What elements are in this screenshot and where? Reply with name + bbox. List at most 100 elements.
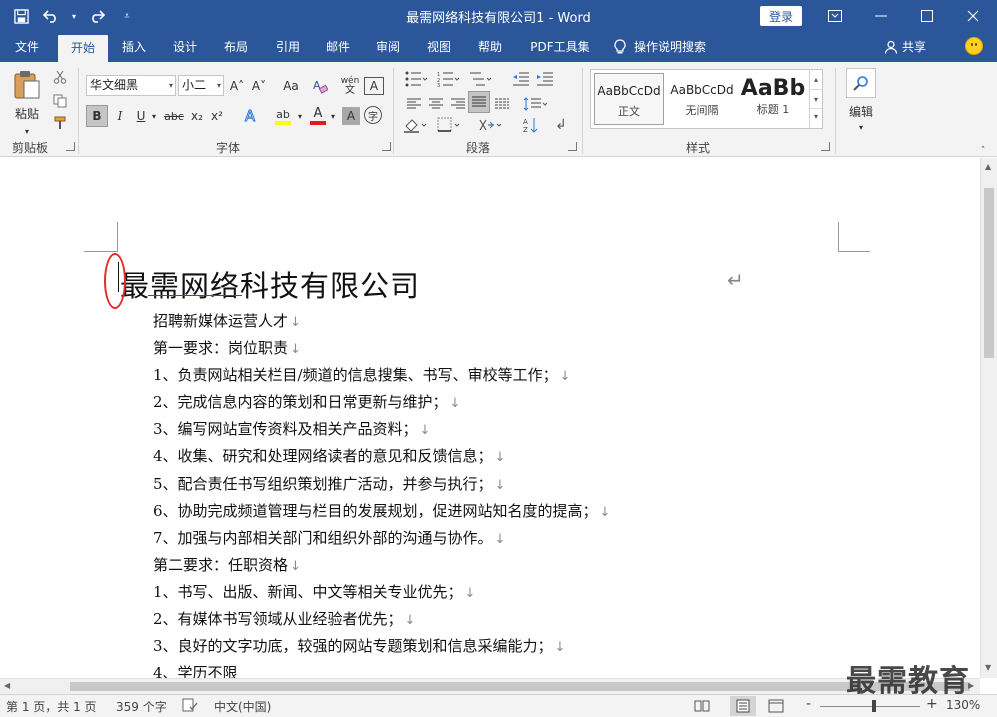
align-left-icon[interactable] — [404, 93, 424, 115]
style-normal[interactable]: AaBbCcDd 正文 — [594, 73, 664, 125]
doc-line[interactable]: 1、负责网站相关栏目/频道的信息搜集、书写、审校等工作； ↓ — [153, 364, 571, 385]
justify-icon[interactable] — [468, 91, 490, 113]
chinese-layout-icon[interactable] — [476, 114, 506, 136]
font-color-dropdown-icon[interactable]: ▾ — [328, 105, 338, 127]
horizontal-scroll-thumb[interactable] — [70, 682, 970, 691]
increase-indent-icon[interactable] — [534, 68, 556, 90]
underline-button[interactable]: U — [132, 105, 150, 127]
highlight-dropdown-icon[interactable]: ▾ — [295, 105, 305, 127]
font-launcher-icon[interactable] — [382, 142, 391, 151]
redo-icon[interactable] — [86, 5, 108, 27]
scroll-down-icon[interactable]: ▼ — [985, 663, 991, 672]
bold-button[interactable]: B — [86, 105, 108, 127]
chevron-up-icon[interactable]: ▴ — [810, 70, 822, 89]
doc-line[interactable]: 第二要求：任职资格 ↓ — [153, 554, 301, 575]
tab-pdf-tools[interactable]: PDF工具集 — [522, 32, 598, 62]
doc-line[interactable]: 5、配合责任书写组织策划推广活动，并参与执行； ↓ — [153, 473, 505, 494]
paragraph-launcher-icon[interactable] — [568, 142, 577, 151]
vertical-scrollbar[interactable]: ▲ ▼ — [980, 158, 997, 678]
distributed-icon[interactable] — [492, 93, 512, 115]
editing-dropdown-icon[interactable]: ▾ — [856, 116, 866, 138]
doc-line[interactable]: 3、良好的文字功底，较强的网站专题策划和信息采编能力； ↓ — [153, 635, 565, 656]
print-layout-icon[interactable] — [730, 696, 756, 716]
more-styles-icon[interactable]: ▾ — [810, 108, 822, 127]
font-name-combo[interactable]: 华文细黑 ▾ — [86, 75, 176, 96]
tell-me-search[interactable]: 操作说明搜索 — [614, 32, 706, 62]
subscript-button[interactable]: x₂ — [188, 105, 206, 127]
sort-icon[interactable]: AZ — [520, 114, 542, 136]
tab-review[interactable]: 审阅 — [366, 32, 410, 62]
line-spacing-icon[interactable] — [520, 93, 550, 115]
format-painter-icon[interactable] — [50, 112, 70, 134]
page-count[interactable]: 第 1 页，共 1 页 — [6, 698, 97, 715]
language-indicator[interactable]: 中文(中国) — [214, 698, 271, 715]
tab-references[interactable]: 引用 — [266, 32, 310, 62]
shrink-font-button[interactable]: A˅ — [249, 75, 269, 97]
doc-line[interactable]: 4、学历不限 — [153, 662, 238, 678]
shading-icon[interactable] — [402, 114, 430, 136]
chevron-down-icon[interactable]: ▾ — [810, 89, 822, 108]
undo-icon[interactable] — [40, 5, 62, 27]
align-right-icon[interactable] — [448, 93, 468, 115]
doc-line[interactable]: 3、编写网站宣传资料及相关产品资料； ↓ — [153, 418, 430, 439]
document-heading[interactable]: 最需网络科技有限公司 — [120, 263, 420, 305]
char-shading-button[interactable]: A — [342, 107, 360, 125]
borders-icon[interactable] — [434, 114, 464, 136]
style-no-spacing[interactable]: AaBbCcDd 无间隔 — [667, 73, 737, 125]
zoom-out-button[interactable]: - — [806, 696, 811, 712]
zoom-slider-thumb[interactable] — [872, 700, 876, 712]
show-marks-icon[interactable]: ↲ — [550, 114, 572, 136]
scroll-up-icon[interactable]: ▲ — [985, 162, 991, 171]
doc-line[interactable]: 4、收集、研究和处理网络读者的意见和反馈信息； ↓ — [153, 445, 505, 466]
superscript-button[interactable]: x² — [208, 105, 226, 127]
search-icon[interactable] — [846, 68, 876, 98]
grow-font-button[interactable]: A˄ — [227, 75, 247, 97]
save-icon[interactable] — [10, 5, 32, 27]
doc-line[interactable]: 2、完成信息内容的策划和日常更新与维护； ↓ — [153, 391, 460, 412]
italic-button[interactable]: I — [110, 105, 130, 127]
highlight-button[interactable]: ab — [271, 105, 295, 127]
login-button[interactable]: 登录 — [760, 6, 802, 26]
bullets-icon[interactable] — [402, 68, 430, 90]
tab-home[interactable]: 开始 — [58, 35, 108, 62]
chevron-down-icon[interactable]: ▾ — [217, 76, 221, 95]
scroll-left-icon[interactable]: ◀ — [4, 681, 10, 690]
web-layout-icon[interactable] — [768, 699, 784, 716]
underline-dropdown-icon[interactable]: ▾ — [149, 105, 159, 127]
close-icon[interactable] — [950, 0, 996, 32]
align-center-icon[interactable] — [426, 93, 446, 115]
minimize-icon[interactable] — [858, 0, 904, 32]
phonetic-guide-button[interactable]: wén 文 — [340, 75, 360, 97]
decrease-indent-icon[interactable] — [510, 68, 532, 90]
tab-layout[interactable]: 布局 — [214, 32, 258, 62]
chevron-down-icon[interactable]: ▾ — [169, 76, 173, 95]
share-button[interactable]: 共享 — [884, 32, 926, 62]
doc-line[interactable]: 第一要求：岗位职责 ↓ — [153, 337, 301, 358]
doc-line[interactable]: 招聘新媒体运营人才 ↓ — [153, 310, 301, 331]
tab-insert[interactable]: 插入 — [112, 32, 156, 62]
tab-view[interactable]: 视图 — [417, 32, 461, 62]
styles-launcher-icon[interactable] — [821, 142, 830, 151]
clear-format-icon[interactable]: A — [310, 75, 330, 97]
tab-help[interactable]: 帮助 — [468, 32, 512, 62]
customize-qat-icon[interactable]: ⩡ — [116, 5, 138, 27]
paste-icon[interactable] — [12, 70, 42, 100]
doc-line[interactable]: 7、加强与内部相关部门和组织外部的沟通与协作。 ↓ — [153, 527, 505, 548]
zoom-level[interactable]: 130% — [946, 698, 980, 712]
strikethrough-button[interactable]: abc — [162, 105, 186, 127]
font-size-combo[interactable]: 小二 ▾ — [178, 75, 224, 96]
copy-icon[interactable] — [50, 90, 70, 112]
document-canvas[interactable]: 最需网络科技有限公司 ↵ 招聘新媒体运营人才 ↓ 第一要求：岗位职责 ↓ 1、负责网… — [0, 158, 980, 678]
style-heading-1[interactable]: AaBb 标题 1 — [739, 73, 807, 125]
char-border-button[interactable]: A — [364, 77, 384, 95]
undo-dropdown-icon[interactable]: ▾ — [70, 5, 78, 27]
feedback-smiley-icon[interactable] — [965, 37, 983, 55]
cut-icon[interactable] — [50, 66, 70, 88]
multilevel-list-icon[interactable] — [466, 68, 494, 90]
change-case-button[interactable]: Aa — [276, 75, 306, 97]
tab-design[interactable]: 设计 — [163, 32, 207, 62]
text-effects-button[interactable]: A — [240, 105, 260, 127]
horizontal-scrollbar[interactable]: ◀ ▶ — [0, 678, 980, 694]
read-mode-icon[interactable] — [694, 699, 710, 716]
ribbon-display-options-icon[interactable] — [812, 0, 858, 32]
